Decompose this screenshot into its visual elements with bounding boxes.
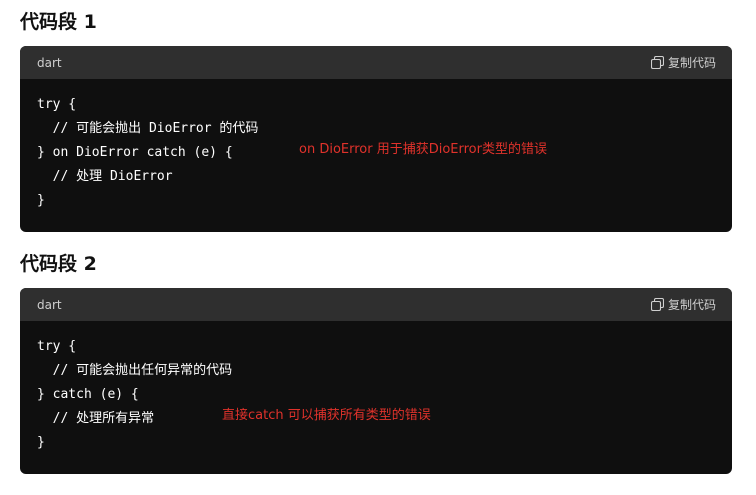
- code-body: try { // 可能会抛出任何异常的代码 } catch (e) { // 处…: [20, 321, 732, 474]
- code-line: }: [37, 435, 45, 450]
- code-line: try {: [37, 97, 77, 112]
- copy-code-button[interactable]: 复制代码: [650, 54, 716, 71]
- language-label: dart: [37, 55, 62, 70]
- code-header: dart 复制代码: [20, 288, 732, 321]
- code-body: try { // 可能会抛出 DioError 的代码 } on DioErro…: [20, 79, 732, 232]
- code-line: try {: [37, 339, 77, 354]
- copy-icon: [650, 56, 664, 69]
- code-block-2: dart 复制代码 try { // 可能会抛出任何异常的代码 } catch …: [20, 288, 732, 474]
- language-label: dart: [37, 297, 62, 312]
- copy-label: 复制代码: [667, 56, 716, 70]
- code-block-1: dart 复制代码 try { // 可能会抛出 DioError 的代码 } …: [20, 46, 732, 232]
- code-line: // 处理 DioError: [37, 169, 173, 184]
- code-line: // 可能会抛出任何异常的代码: [37, 363, 233, 378]
- copy-code-button[interactable]: 复制代码: [650, 296, 716, 313]
- copy-label: 复制代码: [667, 298, 716, 312]
- annotation-note: 直接catch 可以捕获所有类型的错误: [222, 408, 431, 423]
- snippet-1-title: 代码段 1: [20, 11, 97, 33]
- code-line: }: [37, 193, 45, 208]
- snippet-2-title: 代码段 2: [20, 253, 97, 275]
- code-header: dart 复制代码: [20, 46, 732, 79]
- copy-icon: [650, 298, 664, 311]
- annotation-note: on DioError 用于捕获DioError类型的错误: [299, 142, 547, 157]
